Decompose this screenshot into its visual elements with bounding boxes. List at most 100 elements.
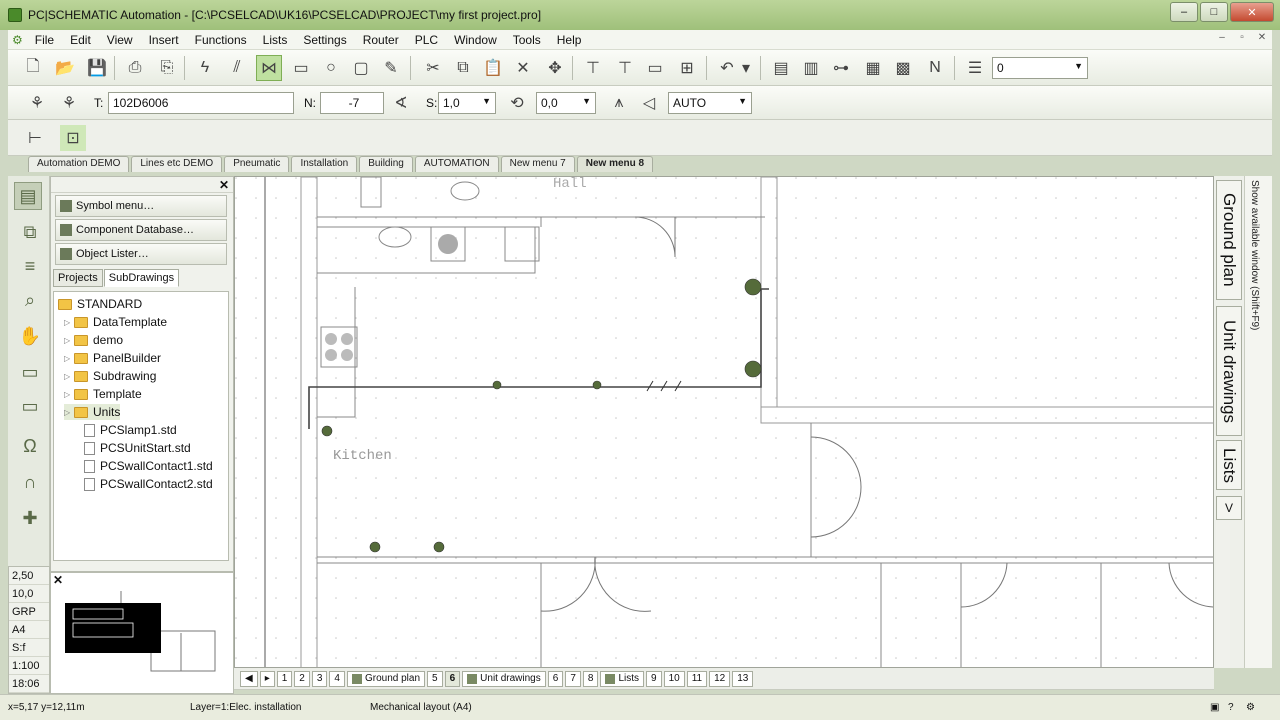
doc-restore-icon[interactable]: ▫ xyxy=(1234,32,1250,48)
zoom-area-icon[interactable]: ⊞ xyxy=(674,55,700,81)
prev-page-icon[interactable]: ◀ xyxy=(240,670,258,687)
pencil-icon[interactable]: ✎ xyxy=(378,55,404,81)
cut-icon[interactable]: ✂ xyxy=(420,55,446,81)
vtab-ground-plan[interactable]: Ground plan xyxy=(1216,180,1242,300)
zoom-icon[interactable]: ⌕ xyxy=(16,286,44,314)
move-icon[interactable]: ✥ xyxy=(542,55,568,81)
menu-tab-pneumatic[interactable]: Pneumatic xyxy=(224,156,290,172)
tree-root[interactable]: STANDARD xyxy=(58,296,142,312)
tree-folder[interactable]: ▷ Units xyxy=(64,404,121,420)
menu-tab-building[interactable]: Building xyxy=(359,156,413,172)
paper-value[interactable]: A4 xyxy=(9,621,49,639)
maximize-button[interactable]: □ xyxy=(1200,2,1228,22)
list-icon[interactable]: ≡ xyxy=(16,252,44,280)
tree-file[interactable]: PCSwallContact1.std xyxy=(84,458,213,474)
circle-tool-icon[interactable]: ○ xyxy=(318,55,344,81)
auto-combo[interactable]: AUTO ▼ xyxy=(668,92,752,114)
rectangle-icon[interactable]: ▭ xyxy=(642,55,668,81)
edit-view-icon[interactable]: ▭ xyxy=(16,392,44,420)
page-tab[interactable]: 9 xyxy=(646,670,662,687)
new-file-icon[interactable]: 🗋 xyxy=(20,55,46,81)
pan-hand-icon[interactable]: ✋ xyxy=(16,322,44,350)
undo-icon[interactable]: ↶ xyxy=(714,55,740,81)
menu-help[interactable]: Help xyxy=(549,33,590,47)
socket-symbol-icon[interactable]: ⊡ xyxy=(60,125,86,151)
minimize-button[interactable]: – xyxy=(1170,2,1198,22)
page-tab-unit-drawings[interactable]: Unit drawings xyxy=(462,670,546,687)
tree-file[interactable]: PCSUnitStart.std xyxy=(84,440,191,456)
tree-folder[interactable]: ▷ demo xyxy=(64,332,123,348)
symbol-props-icon[interactable]: ⚘ xyxy=(24,90,50,116)
menu-tab-installation[interactable]: Installation xyxy=(291,156,358,172)
tree-icon[interactable]: ⊶ xyxy=(828,55,854,81)
view-icon[interactable]: ▭ xyxy=(16,358,44,386)
print-preview-icon[interactable]: ⎘ xyxy=(154,55,180,81)
menu-tab-lines-demo[interactable]: Lines etc DEMO xyxy=(131,156,223,172)
menu-tab-new-menu-7[interactable]: New menu 7 xyxy=(500,156,575,172)
undo-dropdown-icon[interactable]: ▾ xyxy=(740,55,752,81)
menu-tools[interactable]: Tools xyxy=(505,33,549,47)
switch-symbol-icon[interactable]: ⊢ xyxy=(22,125,48,151)
mirror-icon[interactable]: ⩚ xyxy=(606,90,632,116)
grp-value[interactable]: GRP xyxy=(9,603,49,621)
s-combo[interactable]: 1,0 ▼ xyxy=(438,92,496,114)
doc-close-icon[interactable]: ✕ xyxy=(1254,32,1270,48)
menu-edit[interactable]: Edit xyxy=(62,33,99,47)
database-icon[interactable]: ▥ xyxy=(798,55,824,81)
symbol-menu-button[interactable]: Symbol menu… xyxy=(55,195,227,217)
page-tab[interactable]: 8 xyxy=(582,670,599,687)
vtab-more[interactable]: V xyxy=(1216,496,1242,520)
symbol-edit-icon[interactable]: ⚘ xyxy=(56,90,82,116)
layer-combo[interactable]: 0 ▼ xyxy=(992,57,1088,79)
menu-functions[interactable]: Functions xyxy=(187,33,255,47)
flip-icon[interactable]: ◁ xyxy=(636,90,662,116)
scale-value[interactable]: 1:100 xyxy=(9,657,49,675)
menu-router[interactable]: Router xyxy=(355,33,407,47)
object-lister-button[interactable]: Object Lister… xyxy=(55,243,227,265)
page-setup-icon[interactable]: ⧉ xyxy=(16,218,44,246)
doc-minimize-icon[interactable]: – xyxy=(1214,32,1230,48)
layers-icon[interactable]: ☰ xyxy=(962,55,988,81)
menu-settings[interactable]: Settings xyxy=(295,33,354,47)
page-tab[interactable]: 4 xyxy=(329,670,345,687)
redraw-icon[interactable]: Ω xyxy=(16,432,44,460)
save-icon[interactable]: 💾 xyxy=(84,55,110,81)
align-icon[interactable]: ⊤ xyxy=(612,55,638,81)
page-tab[interactable]: 6 xyxy=(547,670,564,687)
text-tool-icon[interactable]: ▭ xyxy=(288,55,314,81)
tab-subdrawings[interactable]: SubDrawings xyxy=(103,269,180,287)
tree-folder[interactable]: ▷ Subdrawing xyxy=(64,368,156,384)
n-icon[interactable]: N xyxy=(922,55,948,81)
page-tab[interactable]: 7 xyxy=(565,670,581,687)
snap-value[interactable]: 10,0 xyxy=(9,585,49,603)
document-icon[interactable]: ▤ xyxy=(768,55,794,81)
tab-projects[interactable]: Projects xyxy=(53,269,103,287)
menu-tab-new-menu-8[interactable]: New menu 8 xyxy=(576,156,654,172)
magnet-icon[interactable]: ∩ xyxy=(16,468,44,496)
menu-tab-automation-demo[interactable]: Automation DEMO xyxy=(28,156,130,172)
panel-close-icon[interactable]: ✕ xyxy=(219,178,229,192)
angle-tool-icon[interactable]: ∢ xyxy=(388,90,414,116)
paste-icon[interactable]: 📋 xyxy=(480,55,506,81)
app-menu-icon[interactable]: ⚙ xyxy=(8,33,27,47)
lightning-icon[interactable]: ϟ xyxy=(192,55,218,81)
page-tab[interactable]: 3 xyxy=(311,670,328,687)
tree-file[interactable]: PCSlamp1.std xyxy=(84,422,177,438)
menu-window[interactable]: Window xyxy=(446,33,505,47)
close-button[interactable]: ✕ xyxy=(1230,2,1274,22)
show-window-hint[interactable]: Show available window (Shift+F9) xyxy=(1249,180,1260,330)
component-icon[interactable]: ▦ xyxy=(860,55,886,81)
grid-value[interactable]: 2,50 xyxy=(9,567,49,585)
tree-folder[interactable]: ▷ PanelBuilder xyxy=(64,350,161,366)
tree-file[interactable]: PCSwallContact2.std xyxy=(84,476,213,492)
menu-file[interactable]: File xyxy=(27,33,62,47)
rotate-icon[interactable]: ⟲ xyxy=(504,90,530,116)
vertical-scrollbar[interactable] xyxy=(1216,520,1230,668)
vtab-lists[interactable]: Lists xyxy=(1216,440,1242,490)
panel-toggle-icon[interactable]: ▤ xyxy=(14,182,42,210)
wire-tool-icon[interactable]: ⋈ xyxy=(256,55,282,81)
copy-icon[interactable]: ⧉ xyxy=(450,55,476,81)
tree-folder[interactable]: ▷ Template xyxy=(64,386,142,402)
menu-lists[interactable]: Lists xyxy=(255,33,296,47)
page-tab[interactable]: 11 xyxy=(686,670,708,687)
